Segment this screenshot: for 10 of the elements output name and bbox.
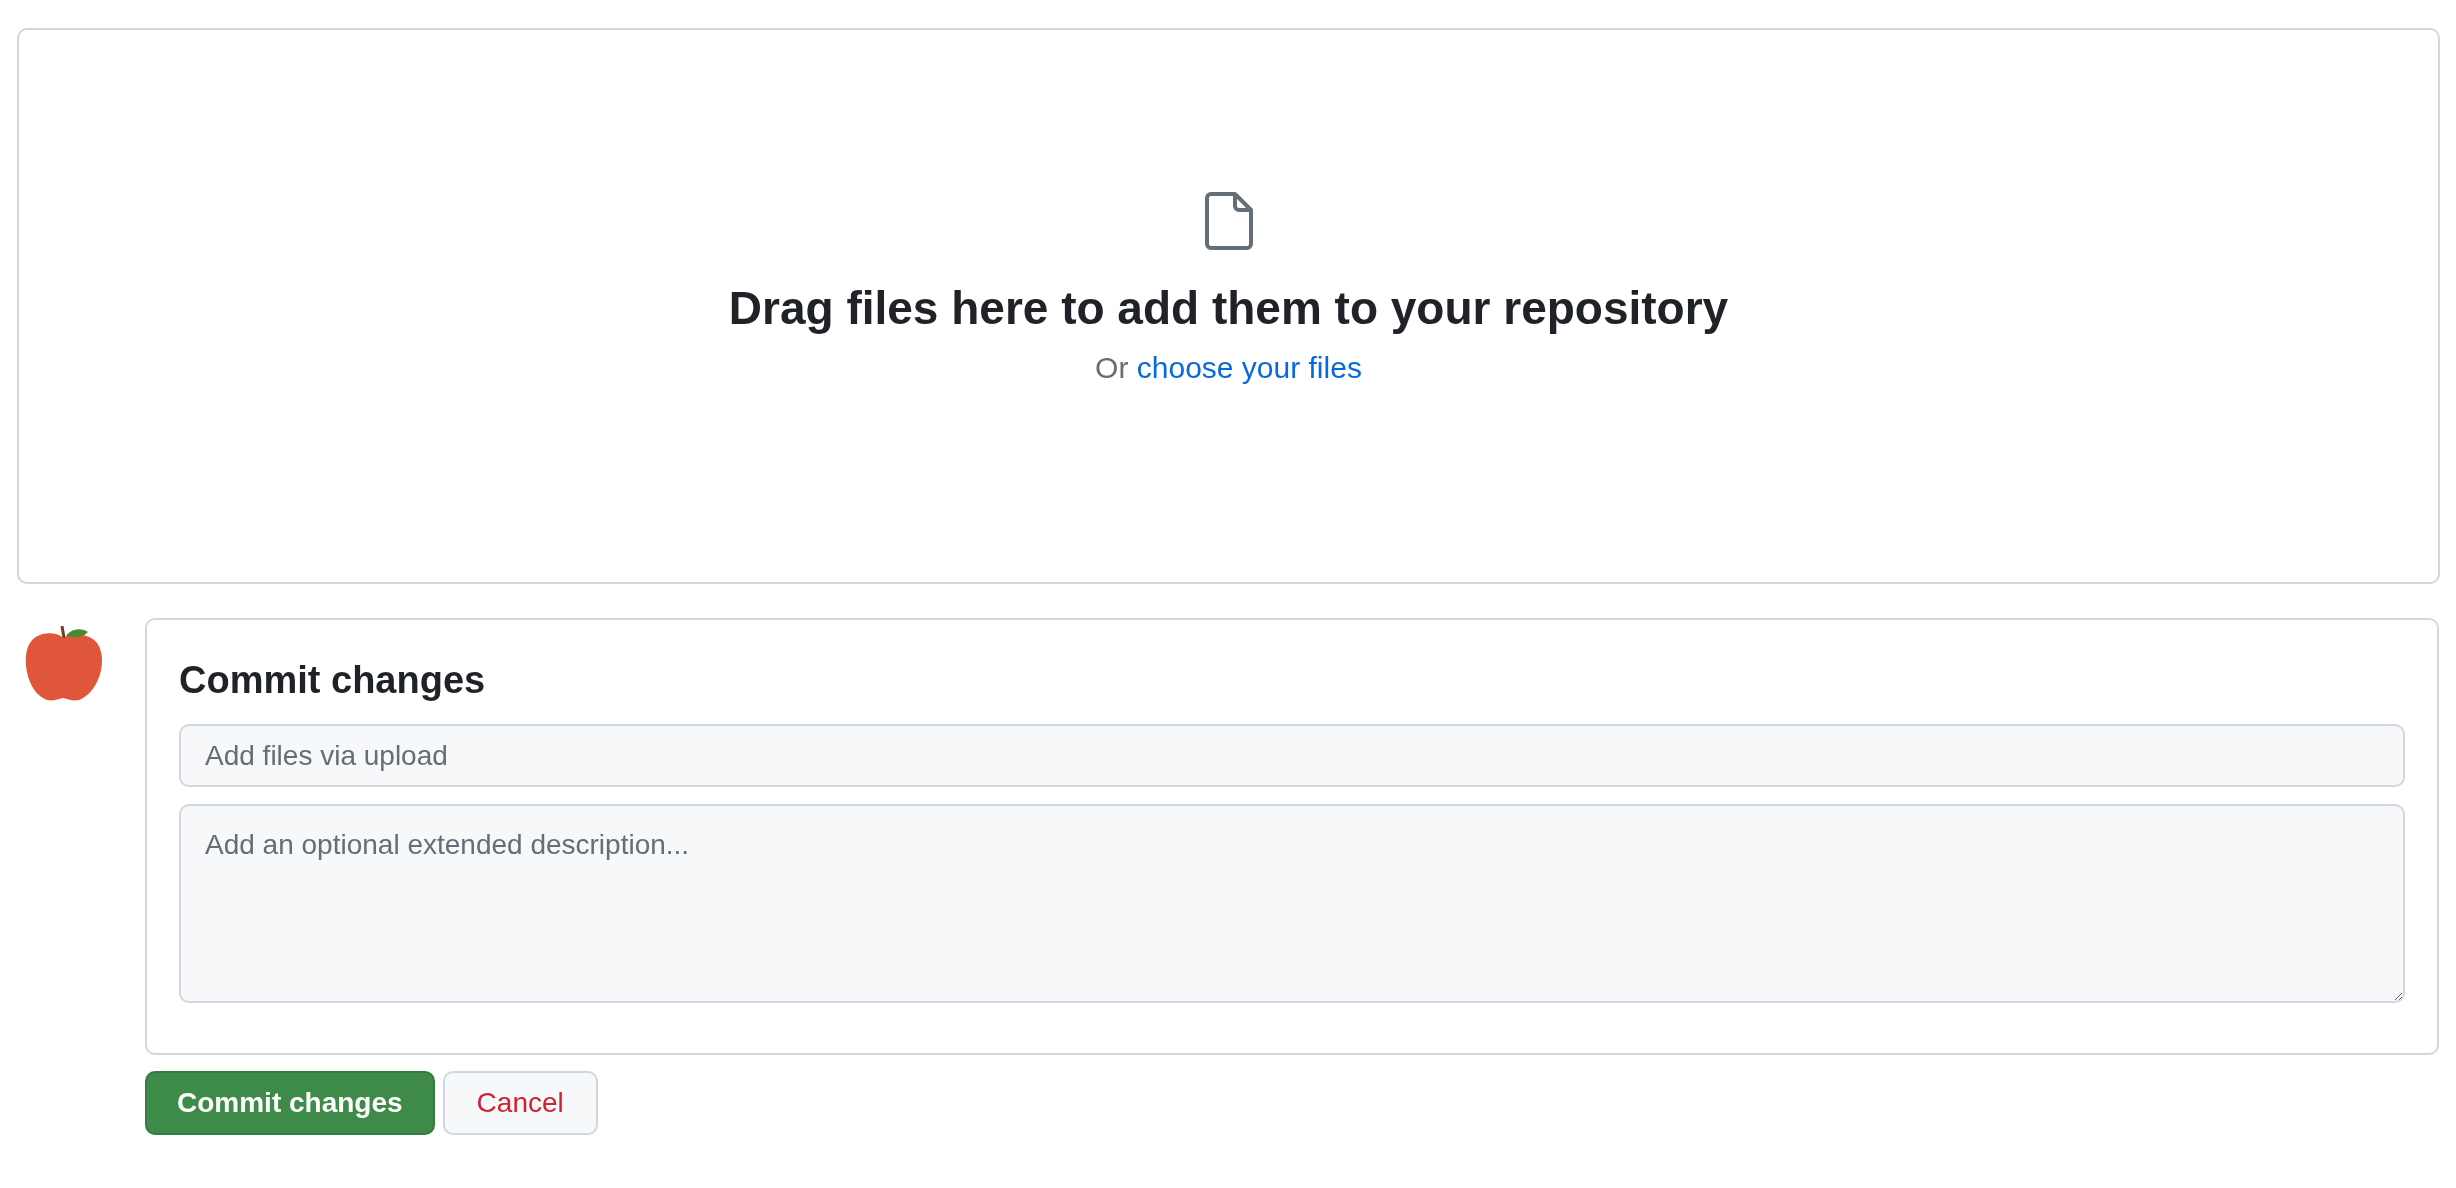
file-icon [1202,192,1255,252]
drop-heading: Drag files here to add them to your repository [728,281,1729,336]
commit-summary-field[interactable]: Add files via upload [179,724,2405,787]
commit-button[interactable]: Commit changes [145,1071,435,1135]
choose-files-text: Or choose your files [1095,350,1362,386]
drop-zone[interactable]: Drag files here to add them to your repository Or choose your files [17,28,2440,584]
commit-title: Commit changes [179,658,487,703]
choose-files-link[interactable]: choose your files [1136,351,1362,384]
commit-description-field[interactable]: Add an optional extended description... [179,804,2405,1003]
cancel-button[interactable]: Cancel [442,1071,598,1135]
